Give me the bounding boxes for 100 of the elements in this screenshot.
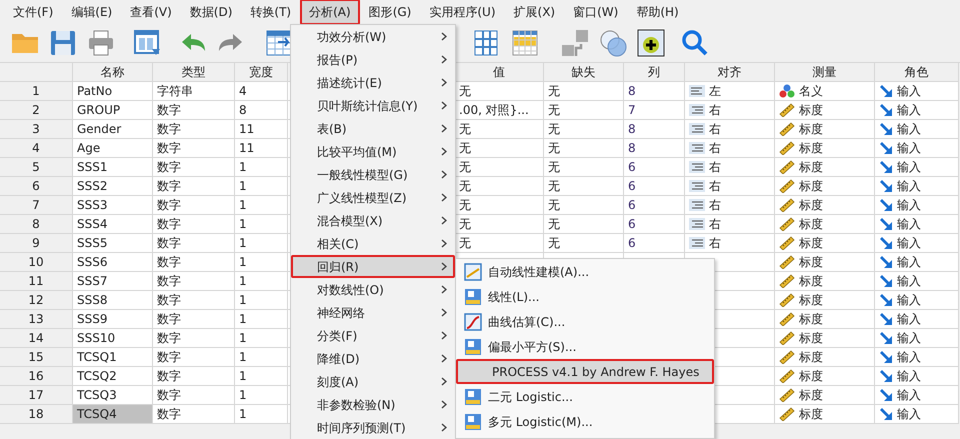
- column-header[interactable]: 类型: [153, 63, 235, 82]
- menu-item[interactable]: 一般线性模型(G): [291, 163, 455, 186]
- cell-text: 右: [709, 216, 721, 233]
- table-cell: GROUP: [73, 101, 153, 120]
- column-header[interactable]: 测量: [775, 63, 875, 82]
- menu-item[interactable]: 非参数检验(N): [291, 393, 455, 416]
- menu-item[interactable]: 时间序列预测(T): [291, 416, 455, 439]
- cell-text: 标度: [799, 254, 823, 271]
- menu-item[interactable]: 分类(F): [291, 324, 455, 347]
- menu-item[interactable]: 报告(P): [291, 48, 455, 71]
- menu-item[interactable]: 偏最小平方(S)...: [456, 334, 714, 359]
- row-number[interactable]: 12: [0, 291, 73, 310]
- cell-text: 输入: [897, 368, 921, 385]
- column-header[interactable]: 宽度: [235, 63, 288, 82]
- menu-item[interactable]: 广义线性模型(Z): [291, 186, 455, 209]
- cell-text: 标度: [799, 368, 823, 385]
- row-number[interactable]: 10: [0, 253, 73, 272]
- row-number[interactable]: 6: [0, 177, 73, 196]
- table-cell: 数字: [153, 348, 235, 367]
- table-cell: 无: [544, 234, 624, 253]
- row-number[interactable]: 9: [0, 234, 73, 253]
- cell-text: 标度: [799, 406, 823, 423]
- table-cell: 1: [235, 272, 288, 291]
- row-number[interactable]: 7: [0, 196, 73, 215]
- add-on-icon[interactable]: [636, 28, 666, 58]
- row-number[interactable]: 5: [0, 158, 73, 177]
- arrow-down-right-icon: [879, 407, 893, 421]
- column-header[interactable]: 列: [624, 63, 685, 82]
- menu-item[interactable]: 二元 Logistic...: [456, 384, 714, 409]
- table-cell: .00, 对照}...: [455, 101, 544, 120]
- menu-bar-item[interactable]: 图形(G): [360, 0, 420, 25]
- squares-arrow-icon[interactable]: [560, 28, 590, 58]
- table-cell: 1: [235, 234, 288, 253]
- table-cell: 1: [235, 215, 288, 234]
- table-cell: 7: [624, 101, 685, 120]
- row-number[interactable]: 13: [0, 310, 73, 329]
- row-number[interactable]: 11: [0, 272, 73, 291]
- menu-item[interactable]: 对数线性(O): [291, 278, 455, 301]
- menu-bar-item[interactable]: 扩展(X): [504, 0, 564, 25]
- table-cell: 1: [235, 386, 288, 405]
- column-header[interactable]: 值: [455, 63, 544, 82]
- menu-item[interactable]: 曲线估算(C)...: [456, 309, 714, 334]
- row-number[interactable]: 8: [0, 215, 73, 234]
- table-cell: 1: [235, 405, 288, 424]
- menu-bar-item[interactable]: 文件(F): [4, 0, 62, 25]
- menu-bar-item[interactable]: 实用程序(U): [420, 0, 505, 25]
- menu-bar-item[interactable]: 查看(V): [121, 0, 181, 25]
- column-header[interactable]: 角色: [875, 63, 959, 82]
- arrow-down-right-icon: [879, 388, 893, 402]
- menu-item[interactable]: PROCESS v4.1 by Andrew F. Hayes: [456, 359, 714, 384]
- menu-bar-item[interactable]: 窗口(W): [564, 0, 628, 25]
- cell-text: 输入: [897, 197, 921, 214]
- cell-text: 标度: [799, 273, 823, 290]
- menu-item[interactable]: 刻度(A): [291, 370, 455, 393]
- column-header[interactable]: 缺失: [544, 63, 624, 82]
- table-cell: 无: [455, 120, 544, 139]
- row-number[interactable]: 4: [0, 139, 73, 158]
- venn-circles-icon[interactable]: [598, 28, 628, 58]
- table-cell: 数字: [153, 272, 235, 291]
- column-header[interactable]: 名称: [73, 63, 153, 82]
- print-icon[interactable]: [86, 28, 116, 58]
- menu-bar-item[interactable]: 帮助(H): [627, 0, 688, 25]
- row-number[interactable]: 3: [0, 120, 73, 139]
- menu-item[interactable]: 神经网络: [291, 301, 455, 324]
- menu-item[interactable]: 自动线性建模(A)...: [456, 259, 714, 284]
- menu-bar-item[interactable]: 分析(A): [300, 0, 360, 25]
- search-icon[interactable]: [680, 28, 710, 58]
- arrow-down-right-icon: [879, 312, 893, 326]
- cell-text: 输入: [897, 216, 921, 233]
- menu-item[interactable]: 回归(R): [291, 255, 455, 278]
- menu-item[interactable]: 线性(L)...: [456, 284, 714, 309]
- menu-item[interactable]: 混合模型(X): [291, 209, 455, 232]
- menu-item[interactable]: 比较平均值(M): [291, 140, 455, 163]
- row-number[interactable]: 2: [0, 101, 73, 120]
- menu-bar-item[interactable]: 数据(D): [180, 0, 242, 25]
- table-cell: TCSQ2: [73, 367, 153, 386]
- cell-text: 右: [709, 197, 721, 214]
- menu-item[interactable]: 功效分析(W): [291, 25, 455, 48]
- menu-item[interactable]: 描述统计(E): [291, 71, 455, 94]
- table-cell: 11: [235, 139, 288, 158]
- menu-item[interactable]: 相关(C): [291, 232, 455, 255]
- menu-item[interactable]: 降维(D): [291, 347, 455, 370]
- menu-bar-item[interactable]: 编辑(E): [62, 0, 122, 25]
- row-number[interactable]: 14: [0, 329, 73, 348]
- row-number[interactable]: 16: [0, 367, 73, 386]
- table-icon[interactable]: [510, 28, 540, 58]
- menu-item[interactable]: 表(B): [291, 117, 455, 140]
- row-number[interactable]: 15: [0, 348, 73, 367]
- menu-item[interactable]: 多元 Logistic(M)...: [456, 409, 714, 434]
- save-icon[interactable]: [48, 28, 78, 58]
- menu-bar-item[interactable]: 转换(T): [241, 0, 300, 25]
- table-cell: 数字: [153, 234, 235, 253]
- table-cell: 无: [455, 215, 544, 234]
- table-cell: 数字: [153, 196, 235, 215]
- row-number[interactable]: 17: [0, 386, 73, 405]
- row-number[interactable]: 18: [0, 405, 73, 424]
- row-number[interactable]: 1: [0, 82, 73, 101]
- column-header[interactable]: 对齐: [685, 63, 775, 82]
- table-cell: 1: [235, 177, 288, 196]
- menu-item[interactable]: 贝叶斯统计信息(Y): [291, 94, 455, 117]
